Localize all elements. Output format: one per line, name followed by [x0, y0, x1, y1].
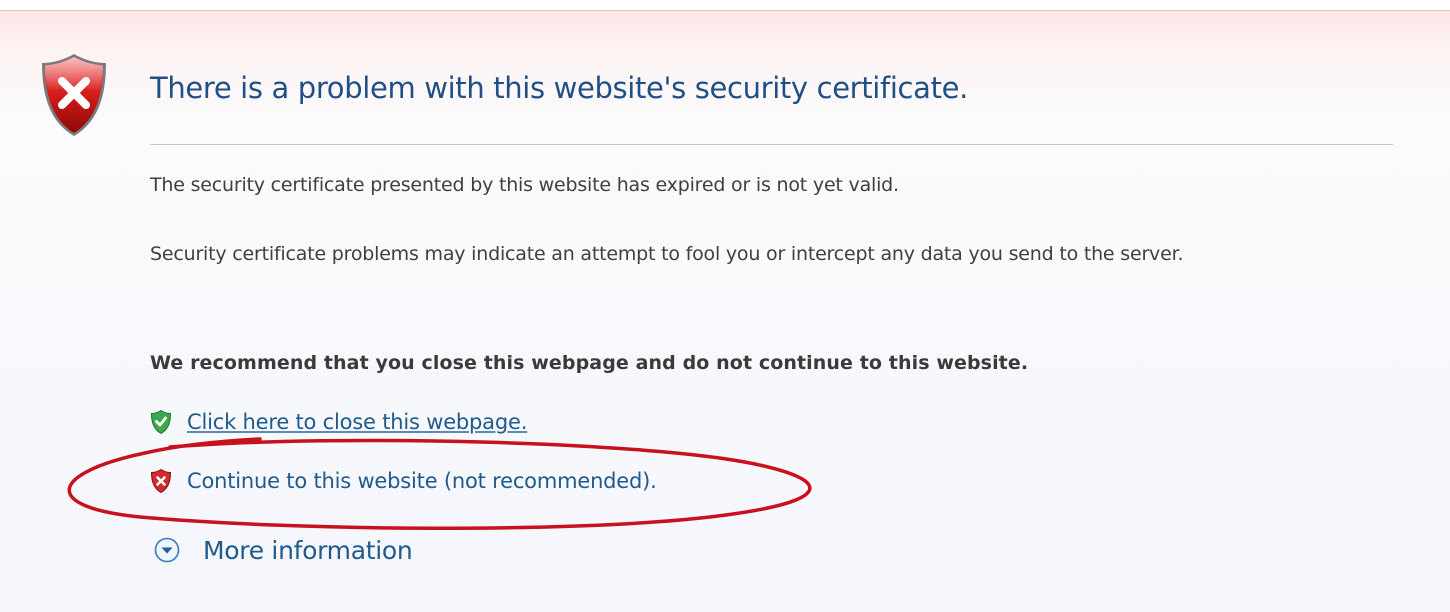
- recommendation-text: We recommend that you close this webpage…: [150, 352, 1029, 374]
- more-information-toggle[interactable]: More information: [154, 533, 413, 567]
- green-shield-check-icon: [150, 409, 172, 435]
- chevron-down-circle-icon: [154, 537, 180, 563]
- more-information-label[interactable]: More information: [203, 536, 413, 565]
- continue-website-link[interactable]: Continue to this website (not recommende…: [150, 466, 657, 496]
- divider: [150, 144, 1393, 145]
- close-webpage-label[interactable]: Click here to close this webpage.: [187, 410, 527, 434]
- certificate-expired-message: The security certificate presented by th…: [150, 174, 899, 196]
- top-edge: [0, 0, 1450, 11]
- security-warning-message: Security certificate problems may indica…: [150, 243, 1184, 265]
- shield-error-icon: [42, 54, 106, 136]
- close-webpage-link[interactable]: Click here to close this webpage.: [150, 407, 527, 437]
- continue-website-label[interactable]: Continue to this website (not recommende…: [187, 469, 657, 493]
- page-title: There is a problem with this website's s…: [150, 71, 968, 105]
- red-shield-x-icon: [150, 468, 172, 494]
